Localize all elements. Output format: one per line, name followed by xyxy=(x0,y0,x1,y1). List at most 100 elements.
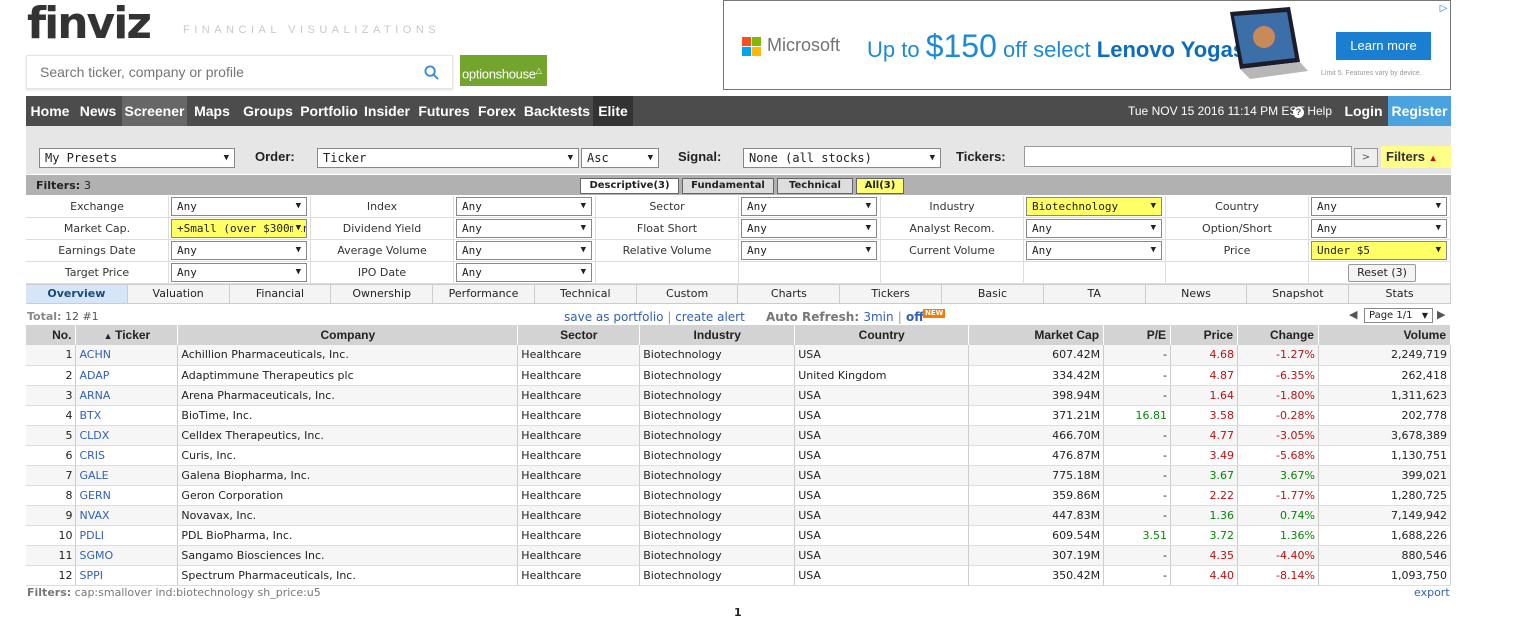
filter-select[interactable]: Any ▼ xyxy=(1026,241,1162,260)
filter-select[interactable]: +Small (over $300mln) ▼ xyxy=(171,219,307,238)
ticker-link[interactable]: NVAX xyxy=(75,505,179,526)
table-row[interactable]: 10 PDLI PDL BioPharma, Inc. Healthcare Biote… xyxy=(26,525,1452,546)
nav-help[interactable]: ? Help xyxy=(1293,96,1332,126)
tab-descriptive[interactable]: Descriptive(3) xyxy=(580,178,679,194)
view-tab-snapshot[interactable]: Snapshot xyxy=(1247,285,1350,303)
nav-register[interactable]: Register xyxy=(1388,96,1451,126)
view-tab-tickers[interactable]: Tickers xyxy=(840,285,943,303)
nav-screener[interactable]: Screener xyxy=(122,96,187,126)
table-row[interactable]: 2 ADAP Adaptimmune Therapeutics plc Healthc… xyxy=(26,365,1452,386)
tickers-go-button[interactable]: > xyxy=(1354,148,1378,167)
table-row[interactable]: 5 CLDX Celldex Therapeutics, Inc. Healthcar… xyxy=(26,425,1452,446)
filter-select[interactable]: Any ▼ xyxy=(171,197,307,216)
export-link[interactable]: export xyxy=(1414,586,1450,599)
table-row[interactable]: 12 SPPI Spectrum Pharmaceuticals, Inc. Heal… xyxy=(26,565,1452,586)
filter-select[interactable]: Any ▼ xyxy=(1311,219,1447,238)
search-input[interactable] xyxy=(27,56,407,88)
nav-login[interactable]: Login xyxy=(1341,96,1386,126)
reset-filters-button[interactable]: Reset (3) xyxy=(1348,264,1416,282)
nav-forex[interactable]: Forex xyxy=(473,96,521,126)
nav-portfolio[interactable]: Portfolio xyxy=(299,96,359,126)
order-direction-select[interactable]: Asc ▼ xyxy=(581,148,659,168)
view-tab-ownership[interactable]: Ownership xyxy=(331,285,434,303)
filter-select[interactable]: Any ▼ xyxy=(456,219,592,238)
ticker-link[interactable]: BTX xyxy=(75,405,179,426)
optionshouse-banner[interactable]: optionshouse△ xyxy=(460,55,547,86)
table-row[interactable]: 8 GERN Geron Corporation Healthcare Biotechn… xyxy=(26,485,1452,506)
table-row[interactable]: 11 SGMO Sangamo Biosciences Inc. Healthcare… xyxy=(26,545,1452,566)
filters-toggle-button[interactable]: Filters ▲ xyxy=(1381,146,1451,168)
ticker-link[interactable]: GALE xyxy=(75,465,179,486)
table-row[interactable]: 6 CRIS Curis, Inc. Healthcare Biotechnology U… xyxy=(26,445,1452,466)
tab-all[interactable]: All(3) xyxy=(856,178,904,194)
tickers-input[interactable] xyxy=(1024,146,1352,167)
filter-select[interactable]: Any ▼ xyxy=(456,241,592,260)
view-tab-news[interactable]: News xyxy=(1146,285,1248,303)
create-alert-link[interactable]: create alert xyxy=(675,310,745,324)
nav-elite[interactable]: Elite xyxy=(593,96,633,126)
save-portfolio-link[interactable]: save as portfolio xyxy=(564,310,664,324)
column-header[interactable]: Industry xyxy=(639,325,796,345)
filter-select[interactable]: Any ▼ xyxy=(741,219,877,238)
ad-banner[interactable]: Microsoft Up to $150 off select Lenovo Y… xyxy=(723,0,1451,90)
order-select[interactable]: Ticker ▼ xyxy=(317,148,579,168)
auto-refresh-interval[interactable]: 3min xyxy=(863,310,893,324)
filter-select[interactable]: Any ▼ xyxy=(456,197,592,216)
adchoices-icon[interactable]: ▷ xyxy=(1437,2,1450,15)
signal-select[interactable]: None (all stocks) ▼ xyxy=(743,148,941,168)
ticker-link[interactable]: SPPI xyxy=(75,565,179,586)
column-header[interactable]: Market Cap xyxy=(968,325,1105,345)
prev-page-icon[interactable]: ◀ xyxy=(1349,308,1357,321)
presets-select[interactable]: My Presets ▼ xyxy=(39,148,235,168)
table-row[interactable]: 3 ARNA Arena Pharmaceuticals, Inc. Healthca… xyxy=(26,385,1452,406)
ticker-link[interactable]: ARNA xyxy=(75,385,179,406)
filter-select[interactable]: Biotechnology ▼ xyxy=(1026,197,1162,216)
table-row[interactable]: 9 NVAX Novavax, Inc. Healthcare Biotechnolog… xyxy=(26,505,1452,526)
tab-fundamental[interactable]: Fundamental xyxy=(682,178,774,194)
ticker-link[interactable]: ADAP xyxy=(75,365,179,386)
view-tab-technical[interactable]: Technical xyxy=(535,285,637,303)
finviz-logo[interactable]: finviz xyxy=(27,2,152,46)
filter-select[interactable]: Any ▼ xyxy=(171,241,307,260)
column-header[interactable]: P/E xyxy=(1103,325,1172,345)
view-tab-stats[interactable]: Stats xyxy=(1349,285,1451,303)
view-tab-charts[interactable]: Charts xyxy=(739,285,841,303)
nav-futures[interactable]: Futures xyxy=(415,96,473,126)
table-row[interactable]: 4 BTX BioTime, Inc. Healthcare Biotechnology… xyxy=(26,405,1452,426)
column-header[interactable]: Sector xyxy=(517,325,641,345)
column-header[interactable]: Company xyxy=(177,325,519,345)
column-header[interactable]: Country xyxy=(794,325,970,345)
ticker-link[interactable]: CLDX xyxy=(75,425,179,446)
view-tab-financial[interactable]: Financial xyxy=(230,285,332,303)
view-tab-performance[interactable]: Performance xyxy=(433,285,535,303)
page-select[interactable]: Page 1/1 ▼ xyxy=(1364,308,1433,323)
filter-select[interactable]: Any ▼ xyxy=(1026,219,1162,238)
nav-insider[interactable]: Insider xyxy=(359,96,415,126)
nav-maps[interactable]: Maps xyxy=(187,96,237,126)
column-header[interactable]: Volume xyxy=(1318,325,1452,345)
view-tab-valuation[interactable]: Valuation xyxy=(128,285,230,303)
nav-backtests[interactable]: Backtests xyxy=(521,96,593,126)
column-header[interactable]: Change xyxy=(1237,325,1319,345)
table-row[interactable]: 7 GALE Galena Biopharma, Inc. Healthcare Bio… xyxy=(26,465,1452,486)
view-tab-custom[interactable]: Custom xyxy=(637,285,739,303)
page-number[interactable]: 1 xyxy=(734,606,742,619)
search-box[interactable] xyxy=(26,55,453,89)
filter-select[interactable]: Any ▼ xyxy=(741,197,877,216)
column-header[interactable]: ▲ Ticker xyxy=(75,325,179,345)
column-header[interactable]: No. xyxy=(26,325,77,345)
ticker-link[interactable]: GERN xyxy=(75,485,179,506)
nav-groups[interactable]: Groups xyxy=(237,96,299,126)
view-tab-basic[interactable]: Basic xyxy=(942,285,1044,303)
auto-refresh-off[interactable]: off xyxy=(906,310,924,324)
ticker-link[interactable]: SGMO xyxy=(75,545,179,566)
learn-more-button[interactable]: Learn more xyxy=(1336,32,1431,60)
ticker-link[interactable]: PDLI xyxy=(75,525,179,546)
filter-select[interactable]: Any ▼ xyxy=(1311,197,1447,216)
filter-select[interactable]: Any ▼ xyxy=(171,263,307,282)
search-icon[interactable] xyxy=(424,65,439,80)
table-row[interactable]: 1 ACHN Achillion Pharmaceuticals, Inc. Heal… xyxy=(26,345,1452,366)
view-tab-overview[interactable]: Overview xyxy=(26,285,128,303)
column-header[interactable]: Price xyxy=(1170,325,1238,345)
ticker-link[interactable]: CRIS xyxy=(75,445,179,466)
